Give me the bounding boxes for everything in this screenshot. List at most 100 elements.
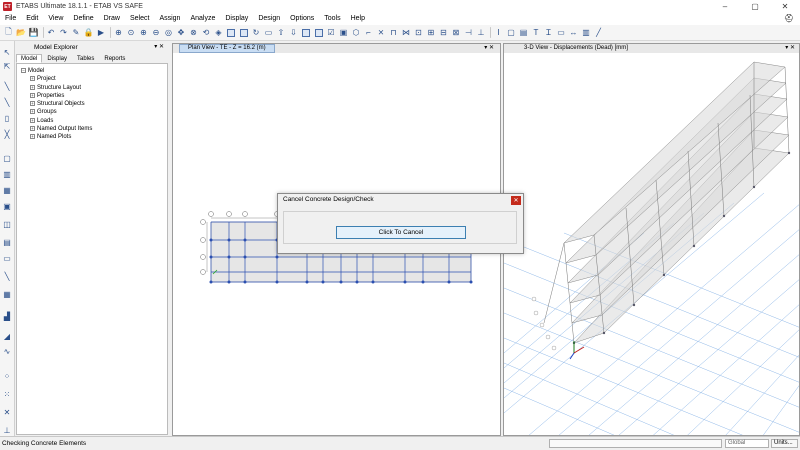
tree-node[interactable]: + Loads xyxy=(17,117,167,125)
tree-node-model[interactable]: − Model xyxy=(17,67,167,75)
menu-options[interactable]: Options xyxy=(285,13,319,25)
draw-line-icon[interactable]: ╲ xyxy=(2,97,12,107)
draw-section-cut-icon[interactable]: ▦ xyxy=(2,289,12,299)
expand-icon[interactable]: + xyxy=(30,84,35,90)
plan-view-title[interactable]: Plan View - TE - Z = 16.2 (m) xyxy=(179,44,275,53)
clear-selection-icon[interactable]: ▣ xyxy=(338,27,349,38)
menu-display[interactable]: Display xyxy=(220,13,253,25)
zoom-restore-icon[interactable]: ⊗ xyxy=(188,27,199,38)
snap-ends-icon[interactable]: ⁙ xyxy=(2,389,12,399)
expand-icon[interactable]: + xyxy=(30,126,35,131)
draw-area-icon[interactable]: ⊟ xyxy=(438,27,449,38)
load-pattern-icon[interactable]: ▤ xyxy=(518,27,529,38)
menu-help[interactable]: Help xyxy=(346,13,370,25)
tree-node[interactable]: + Named Plots xyxy=(17,133,167,141)
menu-file[interactable]: File xyxy=(0,13,21,25)
plan-view-icon[interactable] xyxy=(226,27,237,38)
rotate-view-icon[interactable]: ↻ xyxy=(251,27,262,38)
tab-reports[interactable]: Reports xyxy=(99,54,130,63)
draw-column-icon[interactable]: ⊓ xyxy=(388,27,399,38)
pan-icon[interactable]: ✥ xyxy=(176,27,187,38)
menu-draw[interactable]: Draw xyxy=(99,13,125,25)
draw-beam-icon[interactable]: ⨯ xyxy=(376,27,387,38)
draw-stair-icon[interactable]: ◢ xyxy=(2,331,12,341)
snap-points-icon[interactable]: ⁘ xyxy=(2,371,12,381)
view-3d-canvas[interactable] xyxy=(504,53,800,436)
view-3d-window[interactable]: 3-D View - Displacements (Dead) [mm] ▾ ✕ xyxy=(503,43,800,436)
expand-icon[interactable]: + xyxy=(30,76,35,82)
maximize-button[interactable]: ▢ xyxy=(740,0,770,13)
draw-brace-tool-icon[interactable]: ╳ xyxy=(2,129,12,139)
menu-analyze[interactable]: Analyze xyxy=(185,13,220,25)
frame-section-icon[interactable]: ▢ xyxy=(506,27,517,38)
display-options-icon[interactable] xyxy=(313,27,324,38)
view-3d-icon[interactable]: ◈ xyxy=(213,27,224,38)
open-model-icon[interactable]: 📂 xyxy=(16,27,27,38)
dimension-icon[interactable]: ↔ xyxy=(568,27,579,38)
draw-brace-icon[interactable]: ⋈ xyxy=(401,27,412,38)
tree-node[interactable]: + Structural Objects xyxy=(17,100,167,108)
draw-link-icon[interactable]: ⊣ xyxy=(463,27,474,38)
text-tool-icon[interactable]: I xyxy=(493,27,504,38)
draw-tendon-icon[interactable]: ▤ xyxy=(2,237,12,247)
menu-select[interactable]: Select xyxy=(125,13,154,25)
view-3d-window-buttons[interactable]: ▾ ✕ xyxy=(785,44,795,51)
new-model-icon[interactable]: 🗋 xyxy=(3,27,14,38)
draw-area-tool-icon[interactable]: ▦ xyxy=(2,185,12,195)
rotate-3d-icon[interactable]: ⟲ xyxy=(201,27,212,38)
zoom-window-icon[interactable]: ⊕ xyxy=(113,27,124,38)
steel-section-icon[interactable]: Ɪ xyxy=(543,27,554,38)
menu-edit[interactable]: Edit xyxy=(21,13,43,25)
snap-intersection-icon[interactable]: ✕ xyxy=(2,407,12,417)
zoom-previous-icon[interactable]: ◎ xyxy=(163,27,174,38)
perspective-icon[interactable]: ▭ xyxy=(263,27,274,38)
expand-icon[interactable]: + xyxy=(30,109,35,115)
draw-rectangle-icon[interactable]: ▣ xyxy=(2,201,12,211)
tree-node[interactable]: + Structure Layout xyxy=(17,84,167,92)
tab-display[interactable]: Display xyxy=(42,54,72,63)
draw-wall-icon[interactable]: ⊡ xyxy=(413,27,424,38)
zoom-out-icon[interactable]: ⊖ xyxy=(151,27,162,38)
minimize-button[interactable]: – xyxy=(710,0,740,13)
draw-opening-icon[interactable]: ⊠ xyxy=(451,27,462,38)
draw-beam-tool-icon[interactable]: ▭ xyxy=(2,253,12,263)
pencil-icon[interactable]: ✎ xyxy=(71,27,82,38)
draw-opening-tool-icon[interactable]: ◫ xyxy=(2,219,12,229)
zoom-extents-icon[interactable]: ⊙ xyxy=(126,27,137,38)
tab-tables[interactable]: Tables xyxy=(72,54,99,63)
plan-view-window-buttons[interactable]: ▾ ✕ xyxy=(484,44,494,51)
draw-wall-tool-icon[interactable]: ▥ xyxy=(2,169,12,179)
grid-options-icon[interactable]: ▥ xyxy=(581,27,592,38)
draw-slab-icon[interactable]: ⊞ xyxy=(426,27,437,38)
tree-node[interactable]: + Groups xyxy=(17,108,167,116)
draw-wall-stack-icon[interactable]: ▟ xyxy=(2,311,12,321)
tab-model[interactable]: Model xyxy=(16,54,43,63)
expand-icon[interactable]: + xyxy=(30,117,35,123)
menu-tools[interactable]: Tools xyxy=(319,13,345,25)
save-model-icon[interactable]: 💾 xyxy=(28,27,39,38)
select-all-icon[interactable]: ☑ xyxy=(326,27,337,38)
close-window-button[interactable]: ✕ xyxy=(770,0,800,13)
dialog-close-button[interactable]: ✕ xyxy=(511,196,521,205)
section-designer-icon[interactable]: T xyxy=(531,27,542,38)
menu-view[interactable]: View xyxy=(43,13,68,25)
menu-define[interactable]: Define xyxy=(68,13,98,25)
draw-floor-icon[interactable]: ▢ xyxy=(2,153,12,163)
rebar-icon[interactable]: ▭ xyxy=(556,27,567,38)
menu-assign[interactable]: Assign xyxy=(154,13,185,25)
expand-icon[interactable]: + xyxy=(30,134,35,140)
lock-icon[interactable]: 🔒 xyxy=(83,27,94,38)
zoom-in-icon[interactable]: ⊕ xyxy=(138,27,149,38)
object-shrink-icon[interactable] xyxy=(301,27,312,38)
expand-icon[interactable]: + xyxy=(30,101,35,107)
reshape-icon[interactable]: ⇱ xyxy=(2,61,12,71)
snap-icon[interactable]: ⊥ xyxy=(476,27,487,38)
coordinate-system-select[interactable]: Global xyxy=(725,439,769,448)
pointer-icon[interactable]: ↖ xyxy=(2,47,12,57)
draw-joint-icon[interactable]: ╲ xyxy=(2,81,12,91)
collapse-icon[interactable]: − xyxy=(21,67,26,73)
snap-perpendicular-icon[interactable]: ⊥ xyxy=(2,425,12,435)
draw-dimension-icon[interactable]: ╲ xyxy=(2,271,12,281)
line-style-icon[interactable]: ╱ xyxy=(593,27,604,38)
expand-icon[interactable]: + xyxy=(30,92,35,98)
